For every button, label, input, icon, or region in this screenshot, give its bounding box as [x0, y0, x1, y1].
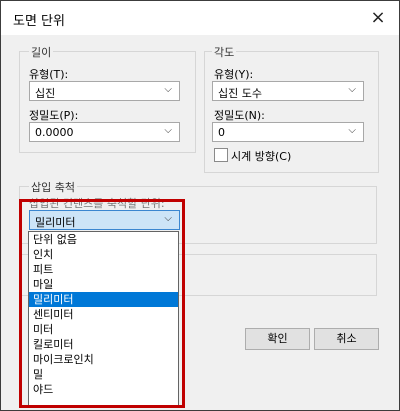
- chevron-down-icon: ⌵: [348, 125, 356, 136]
- clockwise-checkbox[interactable]: [214, 148, 228, 162]
- length-precision-value: 0.0000: [35, 126, 74, 139]
- angle-group-label: 각도: [212, 44, 237, 60]
- dropdown-option[interactable]: 야드: [29, 382, 178, 397]
- insertion-units-dropdown: 단위 없음 인치 피트 마일 밀리미터 센티미터 미터 킬로미터 마이크로인치 …: [28, 231, 179, 406]
- angle-precision-label: 정밀도(N):: [214, 109, 265, 122]
- length-precision-select[interactable]: 0.0000 ⌵: [29, 122, 180, 142]
- dropdown-option[interactable]: 마일: [29, 277, 178, 292]
- angle-precision-value: 0: [218, 126, 225, 139]
- dropdown-option[interactable]: 마이크로인치: [29, 352, 178, 367]
- ok-button[interactable]: 확인: [245, 328, 310, 350]
- clockwise-label[interactable]: 시계 방향(C): [231, 148, 291, 164]
- insertion-caption: 삽입된 컨텐츠를 축척할 단위:: [29, 197, 165, 210]
- dialog-title: 도면 단위: [13, 14, 65, 29]
- dropdown-option[interactable]: 피트: [29, 262, 178, 277]
- dropdown-option[interactable]: 밀: [29, 367, 178, 382]
- insertion-units-value: 밀리미터: [35, 216, 76, 229]
- chevron-down-icon: ⌵: [348, 84, 356, 95]
- insertion-scale-group-label: 삽입 축척: [29, 179, 77, 195]
- close-icon[interactable]: ×: [367, 7, 389, 29]
- dropdown-option[interactable]: 단위 없음: [29, 232, 178, 247]
- dropdown-option[interactable]: 센티미터: [29, 307, 178, 322]
- angle-type-value: 십진 도수: [218, 87, 262, 100]
- dropdown-option[interactable]: 미터: [29, 322, 178, 337]
- length-group-label: 길이: [29, 44, 54, 60]
- length-precision-label: 정밀도(P):: [29, 109, 79, 122]
- angle-precision-select[interactable]: 0 ⌵: [212, 122, 364, 142]
- chevron-down-icon: ⌵: [164, 213, 172, 224]
- angle-type-select[interactable]: 십진 도수 ⌵: [212, 81, 364, 101]
- length-type-value: 십진: [35, 87, 56, 100]
- chevron-down-icon: ⌵: [164, 84, 172, 95]
- dropdown-option-selected[interactable]: 밀리미터: [29, 292, 178, 307]
- insertion-units-select[interactable]: 밀리미터 ⌵: [29, 210, 180, 230]
- angle-type-label: 유형(Y):: [214, 68, 254, 81]
- chevron-down-icon: ⌵: [164, 125, 172, 136]
- title-bar: 도면 단위 ×: [1, 1, 399, 35]
- dropdown-option[interactable]: 인치: [29, 247, 178, 262]
- cancel-button[interactable]: 취소: [314, 328, 379, 350]
- length-type-label: 유형(T):: [29, 68, 69, 81]
- length-type-select[interactable]: 십진 ⌵: [29, 81, 180, 101]
- dropdown-option[interactable]: 킬로미터: [29, 337, 178, 352]
